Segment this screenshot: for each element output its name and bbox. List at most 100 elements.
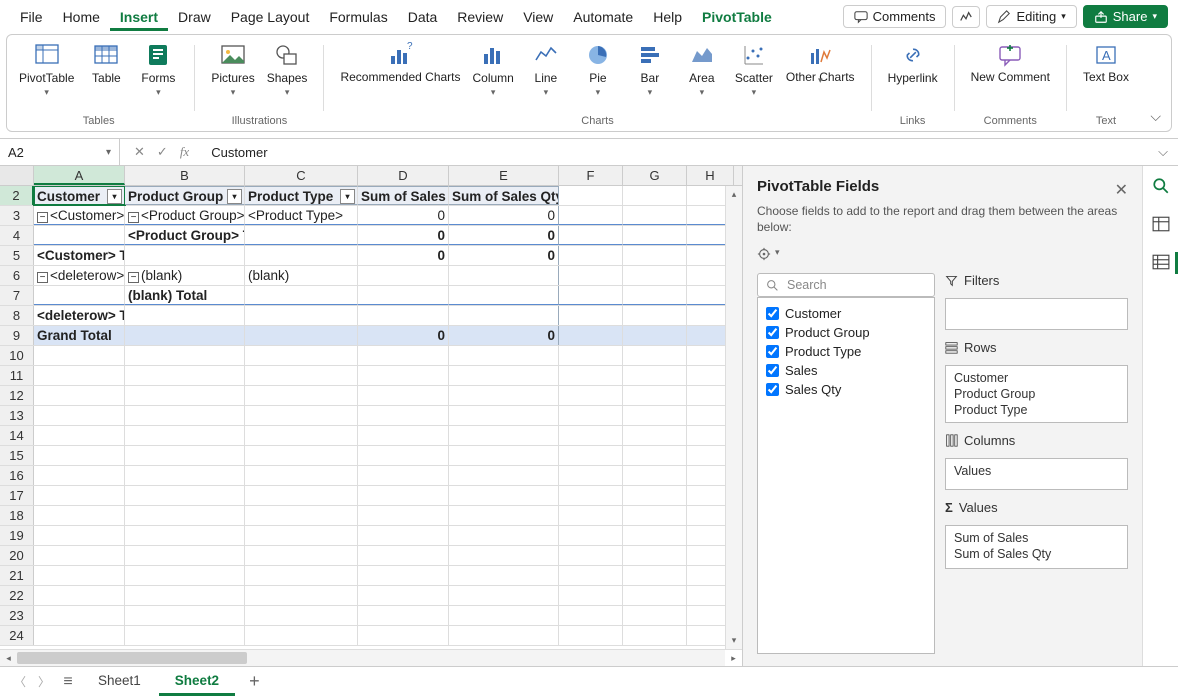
row-header-21[interactable]: 21 [0,566,34,585]
row-header-3[interactable]: 3 [0,206,34,225]
menu-home[interactable]: Home [53,3,110,31]
close-icon[interactable]: ✕ [1115,180,1128,200]
cell-G10[interactable] [623,346,687,365]
cell-D13[interactable] [358,406,449,425]
cell-E21[interactable] [449,566,559,585]
cell-D14[interactable] [358,426,449,445]
cell-G8[interactable] [623,306,687,325]
cell-G23[interactable] [623,606,687,625]
cell-F11[interactable] [559,366,623,385]
field-checkbox[interactable] [766,345,779,358]
cell-C12[interactable] [245,386,358,405]
cell-A6[interactable]: −<deleterow> [34,266,125,285]
cell-D5[interactable]: 0 [358,246,449,265]
menu-draw[interactable]: Draw [168,3,221,31]
cell-D19[interactable] [358,526,449,545]
col-header-C[interactable]: C [245,166,358,185]
cell-C9[interactable] [245,326,358,345]
cell-D11[interactable] [358,366,449,385]
cell-E19[interactable] [449,526,559,545]
cell-D21[interactable] [358,566,449,585]
cell-B5[interactable] [125,246,245,265]
cell-F14[interactable] [559,426,623,445]
cell-C4[interactable] [245,226,358,245]
dropzone-item[interactable]: Sum of Sales Qty [954,546,1119,562]
next-sheet-button[interactable]: 〉 [34,673,54,690]
cell-C18[interactable] [245,506,358,525]
cell-C6[interactable]: (blank) [245,266,358,285]
col-header-A[interactable]: A [34,166,125,185]
cell-C23[interactable] [245,606,358,625]
cell-B22[interactable] [125,586,245,605]
cell-G3[interactable] [623,206,687,225]
cell-D6[interactable] [358,266,449,285]
rows-dropzone[interactable]: CustomerProduct GroupProduct Type [945,365,1128,423]
cell-D23[interactable] [358,606,449,625]
cell-G16[interactable] [623,466,687,485]
collapse-icon[interactable]: − [37,272,48,283]
dropzone-item[interactable]: Customer [954,370,1119,386]
cell-C14[interactable] [245,426,358,445]
cell-F4[interactable] [559,226,623,245]
sheet-tab-sheet1[interactable]: Sheet1 [82,668,157,696]
cell-B14[interactable] [125,426,245,445]
cell-B20[interactable] [125,546,245,565]
row-header-12[interactable]: 12 [0,386,34,405]
cell-A24[interactable] [34,626,125,645]
cell-A13[interactable] [34,406,125,425]
row-header-6[interactable]: 6 [0,266,34,285]
row-header-2[interactable]: 2 [0,186,34,205]
cell-F12[interactable] [559,386,623,405]
prev-sheet-button[interactable]: 〈 [10,673,30,690]
col-header-F[interactable]: F [559,166,623,185]
cell-G22[interactable] [623,586,687,605]
cell-B15[interactable] [125,446,245,465]
select-all-corner[interactable] [0,166,34,186]
cell-F3[interactable] [559,206,623,225]
sheet-tab-sheet2[interactable]: Sheet2 [159,668,235,696]
shapes-button[interactable]: Shapes▾ [265,39,310,100]
cell-G6[interactable] [623,266,687,285]
columns-dropzone[interactable]: Values [945,458,1128,490]
table-button[interactable]: Table [84,39,128,87]
cell-G9[interactable] [623,326,687,345]
cell-D18[interactable] [358,506,449,525]
column-chart-button[interactable]: Column▾ [471,39,516,100]
cell-G19[interactable] [623,526,687,545]
cell-F20[interactable] [559,546,623,565]
menu-help[interactable]: Help [643,3,692,31]
collapse-icon[interactable]: − [37,212,48,223]
cell-A4[interactable] [34,226,125,245]
cell-E22[interactable] [449,586,559,605]
analyze-button[interactable] [952,6,980,28]
cell-E20[interactable] [449,546,559,565]
cell-F23[interactable] [559,606,623,625]
cell-D4[interactable]: 0 [358,226,449,245]
field-checkbox[interactable] [766,307,779,320]
cell-G11[interactable] [623,366,687,385]
field-sales-qty[interactable]: Sales Qty [762,380,930,399]
cell-E6[interactable] [449,266,559,285]
cell-B12[interactable] [125,386,245,405]
cell-A5[interactable]: <Customer> Total [34,246,125,265]
menu-file[interactable]: File [10,3,53,31]
cell-G15[interactable] [623,446,687,465]
row-header-11[interactable]: 11 [0,366,34,385]
cell-D20[interactable] [358,546,449,565]
cell-C7[interactable] [245,286,358,305]
row-header-10[interactable]: 10 [0,346,34,365]
area-chart-button[interactable]: Area▾ [680,39,724,100]
col-header-H[interactable]: H [687,166,734,185]
cell-B9[interactable] [125,326,245,345]
cell-F5[interactable] [559,246,623,265]
cell-D9[interactable]: 0 [358,326,449,345]
cell-C8[interactable] [245,306,358,325]
col-header-G[interactable]: G [623,166,687,185]
name-box[interactable]: A2▾ [0,139,120,165]
cell-G12[interactable] [623,386,687,405]
filter-dropdown-icon[interactable]: ▾ [227,189,242,204]
collapse-icon[interactable]: − [128,272,139,283]
cell-B19[interactable] [125,526,245,545]
cell-G20[interactable] [623,546,687,565]
cell-A19[interactable] [34,526,125,545]
